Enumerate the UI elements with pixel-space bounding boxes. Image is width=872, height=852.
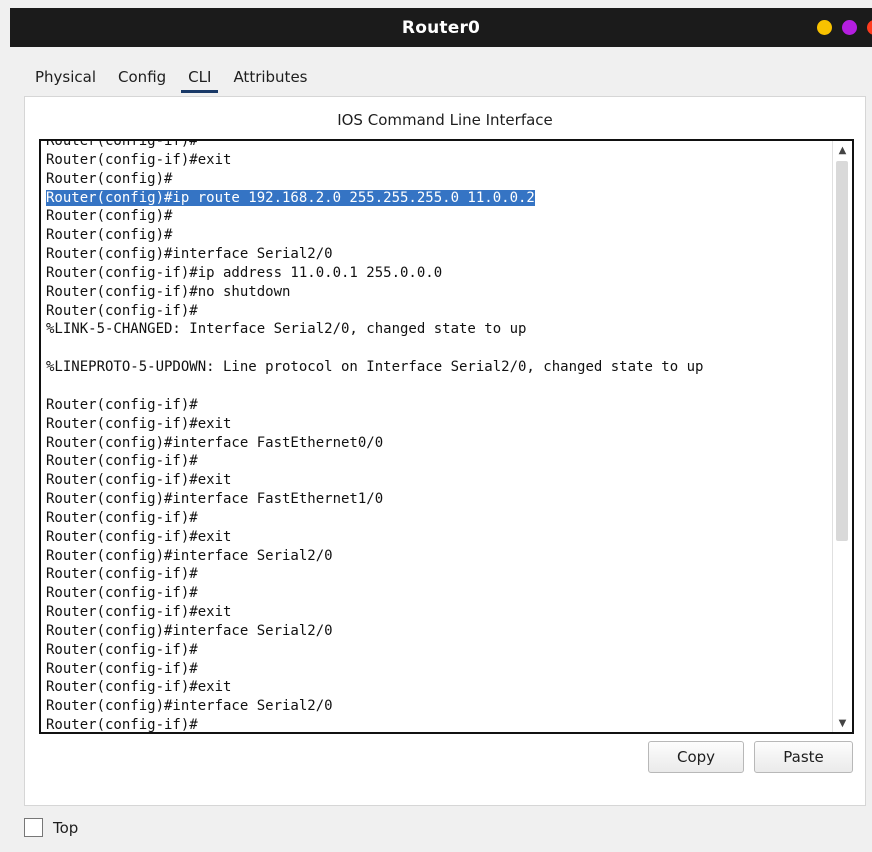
cli-panel: IOS Command Line Interface Router(config…	[24, 96, 866, 806]
paste-button[interactable]: Paste	[754, 741, 853, 773]
maximize-button[interactable]	[842, 20, 857, 35]
console-line-text: %LINEPROTO-5-UPDOWN: Line protocol on In…	[46, 359, 704, 376]
console-line: Router(config-if)#exit	[46, 678, 828, 697]
console-line-text: %LINK-5-CHANGED: Interface Serial2/0, ch…	[46, 321, 527, 338]
tab-attributes[interactable]: Attributes	[222, 60, 319, 96]
console-line: Router(config-if)#	[46, 660, 828, 679]
window-controls	[817, 20, 872, 35]
console-line: %LINEPROTO-5-UPDOWN: Line protocol on In…	[46, 358, 828, 377]
console-line-text: Router(config-if)#	[46, 139, 198, 149]
console-line-text: Router(config-if)#	[46, 509, 198, 526]
console-line-text: Router(config-if)#	[46, 660, 198, 677]
console-line: Router(config-if)#	[46, 139, 828, 151]
copy-button[interactable]: Copy	[648, 741, 744, 773]
console-line: Router(config)#interface Serial2/0	[46, 245, 828, 264]
console-line-text: Router(config-if)#exit	[46, 151, 232, 168]
console-line-text: Router(config)#	[46, 227, 173, 244]
console-line: Router(config-if)#	[46, 452, 828, 471]
top-option[interactable]: Top	[24, 818, 78, 837]
console-line-text: Router(config)#	[46, 208, 173, 225]
console-line: Router(config-if)#ip address 11.0.0.1 25…	[46, 264, 828, 283]
console-line-text: Router(config-if)#	[46, 453, 198, 470]
console-line: Router(config-if)#exit	[46, 415, 828, 434]
console-line-text: Router(config-if)#	[46, 585, 198, 602]
tab-cli[interactable]: CLI	[177, 60, 223, 96]
console-line: Router(config-if)#	[46, 716, 828, 734]
panel-heading: IOS Command Line Interface	[337, 111, 553, 129]
selected-text: Router(config)#ip route 192.168.2.0 255.…	[46, 189, 535, 206]
title-bar[interactable]: Router0	[10, 8, 872, 47]
console-line: Router(config-if)#exit	[46, 471, 828, 490]
console-line: Router(config)#interface FastEthernet0/0	[46, 434, 828, 453]
top-strip	[0, 0, 872, 8]
console-line: Router(config-if)#exit	[46, 528, 828, 547]
top-checkbox-label: Top	[53, 818, 79, 837]
console-line: %LINK-5-CHANGED: Interface Serial2/0, ch…	[46, 320, 828, 339]
console-line-text: Router(config-if)#	[46, 302, 198, 319]
tab-config[interactable]: Config	[107, 60, 178, 96]
console-line-text: Router(config-if)#exit	[46, 415, 232, 432]
console-line: Router(config)#ip route 192.168.2.0 255.…	[46, 189, 828, 208]
scroll-thumb[interactable]	[836, 161, 848, 541]
console-line: Router(config)#interface Serial2/0	[46, 697, 828, 716]
console-line: Router(config)#interface Serial2/0	[46, 622, 828, 641]
console-line-text: Router(config)#interface Serial2/0	[46, 547, 333, 564]
console-line-text: Router(config-if)#	[46, 566, 198, 583]
console-line-text: Router(config-if)#	[46, 717, 198, 734]
console-line: Router(config)#	[46, 207, 828, 226]
console-line: Router(config-if)#	[46, 509, 828, 528]
console-line: Router(config-if)#	[46, 584, 828, 603]
console-line: Router(config-if)#	[46, 565, 828, 584]
console-line: Router(config-if)#	[46, 302, 828, 321]
console-line-text: Router(config-if)#	[46, 396, 198, 413]
console-line-text: Router(config-if)#exit	[46, 472, 232, 489]
console-output[interactable]: Router(config-if)# Router(config-if)#exit…	[46, 139, 828, 734]
console-line-text: Router(config-if)#exit	[46, 528, 232, 545]
console-line-text: Router(config-if)#	[46, 641, 198, 658]
top-checkbox[interactable]	[24, 818, 43, 837]
close-button[interactable]	[867, 20, 872, 35]
console-line: Router(config)#interface Serial2/0	[46, 547, 828, 566]
vertical-scrollbar[interactable]: ▲ ▼	[832, 141, 852, 732]
console-line-text: Router(config-if)#no shutdown	[46, 283, 291, 300]
console-line-text: Router(config)#interface Serial2/0	[46, 622, 333, 639]
tab-physical[interactable]: Physical	[24, 60, 108, 96]
console-line: Router(config)#	[46, 170, 828, 189]
console-line-text: Router(config)#interface FastEthernet1/0	[46, 491, 384, 508]
minimize-button[interactable]	[817, 20, 832, 35]
console-line: Router(config-if)#	[46, 396, 828, 415]
console-line-text: Router(config)#interface Serial2/0	[46, 698, 333, 715]
scroll-down-icon[interactable]: ▼	[833, 714, 852, 732]
console-line-text: Router(config-if)#exit	[46, 679, 232, 696]
console-line-text: Router(config)#	[46, 170, 173, 187]
console-line: Router(config-if)#exit	[46, 603, 828, 622]
console-line-text: Router(config-if)#exit	[46, 604, 232, 621]
console-line-text: Router(config)#interface FastEthernet0/0	[46, 434, 384, 451]
scroll-up-icon[interactable]: ▲	[833, 141, 852, 159]
cli-console[interactable]: Router(config-if)# Router(config-if)#exit…	[39, 139, 854, 734]
console-line: Router(config)#	[46, 226, 828, 245]
console-line-text: Router(config-if)#ip address 11.0.0.1 25…	[46, 264, 443, 281]
console-line-text: Router(config)#interface Serial2/0	[46, 246, 333, 263]
console-line: Router(config-if)#	[46, 641, 828, 660]
console-line: Router(config)#interface FastEthernet1/0	[46, 490, 828, 509]
window-title: Router0	[401, 17, 481, 38]
console-line: Router(config-if)#exit	[46, 151, 828, 170]
tab-bar: Physical Config CLI Attributes	[24, 60, 319, 96]
console-line: Router(config-if)#no shutdown	[46, 283, 828, 302]
